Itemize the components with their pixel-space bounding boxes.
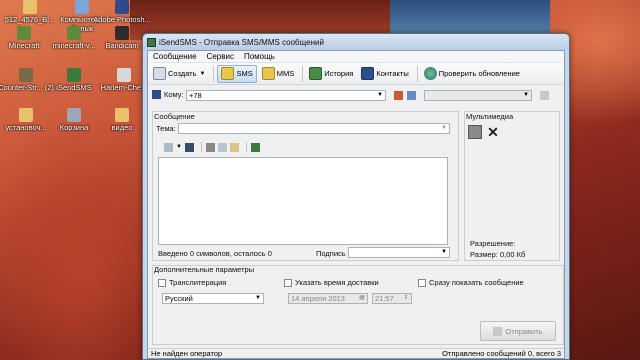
extra-params-title: Дополнительные параметры xyxy=(154,265,255,274)
app-window: iSendSMS - Отправка SMS/MMS сообщений Со… xyxy=(142,33,570,360)
delivery-time-input[interactable]: 21:57 ⇕ xyxy=(372,293,412,304)
chevron-down-icon: ▼ xyxy=(441,249,447,255)
delivery-time-option[interactable]: Указать время доставки xyxy=(284,278,379,287)
subject-label: Тема: xyxy=(156,124,176,133)
menu-bar: Сообщение Сервис Помощь xyxy=(148,51,564,63)
multimedia-title: Мультимедиа xyxy=(466,112,514,121)
menu-service[interactable]: Сервис xyxy=(202,52,239,61)
send-button[interactable]: Отправить xyxy=(480,321,556,341)
chevron-down-icon: ▼ xyxy=(199,70,206,77)
copy-icon[interactable] xyxy=(217,142,227,152)
folder-icon xyxy=(115,108,129,122)
globe-icon xyxy=(423,67,437,80)
language-select[interactable]: Русский ▼ xyxy=(162,293,264,304)
chevron-down-icon: ▼ xyxy=(441,125,447,131)
desktop-icon-file[interactable]: 512_4576_Bl... xyxy=(0,0,60,24)
mms-button[interactable]: MMS xyxy=(259,65,298,83)
toolbar-separator xyxy=(245,142,247,152)
subject-input[interactable]: ▼ xyxy=(178,123,450,134)
image-icon[interactable] xyxy=(468,125,482,139)
photoshop-icon xyxy=(115,0,129,14)
settings-icon[interactable] xyxy=(540,91,549,100)
resolution-label: Разрешение: xyxy=(470,239,516,248)
title-bar[interactable]: iSendSMS - Отправка SMS/MMS сообщений xyxy=(143,34,569,50)
toolbar-separator xyxy=(213,65,215,82)
cut-icon[interactable] xyxy=(205,142,215,152)
folder-icon xyxy=(23,0,37,14)
status-sent-count: Отправлено сообщений 0, всего 3 xyxy=(442,349,561,358)
operator-select[interactable]: ▼ xyxy=(424,90,532,101)
minecraft-icon xyxy=(17,26,31,40)
bandicam-icon xyxy=(115,26,129,40)
recipient-input[interactable]: +78 ▼ xyxy=(186,90,386,101)
chevron-down-icon: ▼ xyxy=(523,92,529,98)
message-textarea[interactable] xyxy=(158,157,448,245)
toolbar: Создать ▼ SMS MMS История Контакты Прове… xyxy=(148,63,564,85)
delivery-date-picker[interactable]: 14 апреля 2013 ▦ xyxy=(288,293,368,304)
paste-icon[interactable] xyxy=(229,142,239,152)
spinner-icon: ⇕ xyxy=(403,295,409,301)
message-group-title: Сообщение xyxy=(154,112,195,121)
contact-book-icon xyxy=(152,90,161,99)
file-icon xyxy=(117,68,131,82)
chevron-down-icon: ▼ xyxy=(255,295,261,301)
toolbar-separator xyxy=(416,65,418,82)
desktop-icon-photoshop[interactable]: Adobe Photosh... xyxy=(92,0,152,24)
multimedia-actions: ✕ xyxy=(468,125,504,139)
create-button[interactable]: Создать ▼ xyxy=(150,65,208,83)
delete-icon[interactable]: ✕ xyxy=(486,125,500,139)
operator-icon[interactable] xyxy=(394,91,403,100)
size-label: Размер: 0,00 Кб xyxy=(470,250,526,259)
history-button[interactable]: История xyxy=(306,65,356,83)
character-counter: Введено 0 символов, осталось 0 xyxy=(158,249,272,258)
delivery-time-checkbox[interactable] xyxy=(284,278,292,287)
window-title: iSendSMS - Отправка SMS/MMS сообщений xyxy=(159,37,324,47)
chevron-down-icon: ▼ xyxy=(377,92,383,98)
show-immediately-option[interactable]: Сразу показать сообщение xyxy=(418,278,524,287)
send-icon xyxy=(493,326,503,336)
menu-message[interactable]: Сообщение xyxy=(148,52,202,61)
mms-icon xyxy=(261,67,275,80)
template-icon[interactable] xyxy=(250,142,260,152)
save-icon[interactable] xyxy=(184,142,194,152)
sms-icon xyxy=(221,67,235,80)
translit-option[interactable]: Транслитерация xyxy=(158,278,226,287)
status-operator: Не найден оператор xyxy=(151,349,223,358)
minecraft-icon xyxy=(67,26,81,40)
signature-select[interactable]: ▼ xyxy=(348,247,450,258)
contacts-button[interactable]: Контакты xyxy=(358,65,411,83)
toolbar-separator xyxy=(200,142,202,152)
check-update-button[interactable]: Проверить обновление xyxy=(421,65,523,83)
eraser-icon[interactable] xyxy=(164,142,173,152)
client-area: Сообщение Сервис Помощь Создать ▼ SMS MM… xyxy=(147,50,565,359)
phonebook-icon[interactable] xyxy=(407,91,416,100)
to-label: Кому: xyxy=(164,90,184,99)
editor-toolbar: ▼ xyxy=(164,142,263,152)
counter-strike-icon xyxy=(19,68,33,82)
computer-icon xyxy=(75,0,89,14)
status-bar: Не найден оператор Отправлено сообщений … xyxy=(148,348,564,358)
translit-checkbox[interactable] xyxy=(158,278,166,287)
app-icon xyxy=(147,37,156,47)
sms-button[interactable]: SMS xyxy=(217,64,257,83)
menu-help[interactable]: Помощь xyxy=(239,52,280,61)
toolbar-separator xyxy=(302,65,304,82)
recycle-bin-icon xyxy=(67,108,81,122)
calendar-icon: ▦ xyxy=(359,295,365,301)
chevron-down-icon[interactable]: ▼ xyxy=(176,144,182,150)
show-immediately-checkbox[interactable] xyxy=(418,278,426,287)
isendsms-icon xyxy=(67,68,81,82)
contacts-icon xyxy=(361,67,375,80)
folder-icon xyxy=(19,108,33,122)
recipient-row: Кому: xyxy=(152,90,184,99)
signature-label: Подпись xyxy=(316,249,346,258)
new-document-icon xyxy=(153,67,166,80)
history-icon xyxy=(309,67,323,80)
